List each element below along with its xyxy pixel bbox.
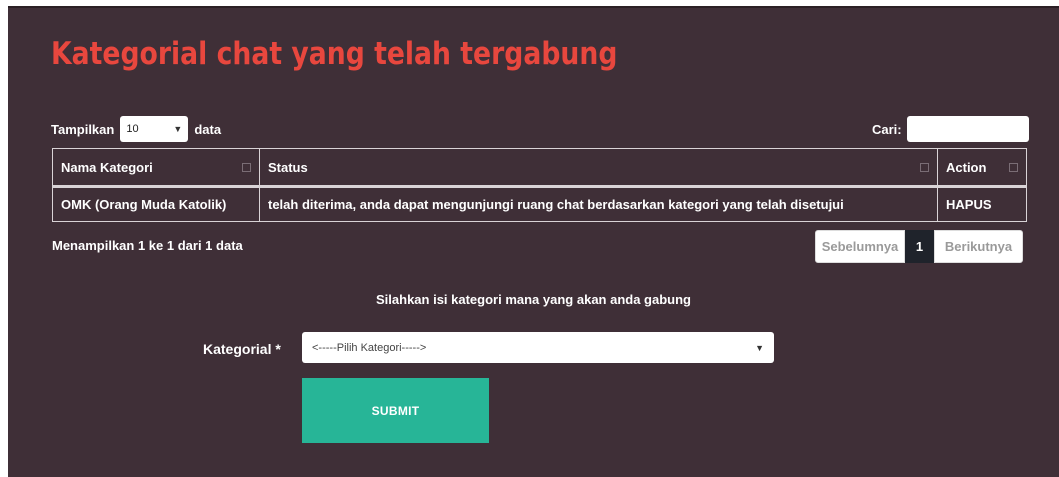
kategori-selected-value: <-----Pilih Kategori-----> — [312, 341, 427, 354]
page-1-button[interactable]: 1 — [905, 230, 934, 263]
sort-icon — [920, 162, 929, 172]
caret-down-icon: ▼ — [173, 124, 183, 134]
next-page-button[interactable]: Berikutnya — [934, 230, 1023, 263]
length-suffix-label: data — [194, 121, 222, 137]
table-row: OMK (Orang Muda Katolik) telah diterima,… — [52, 186, 1027, 222]
length-prefix-label: Tampilkan — [51, 121, 115, 137]
page-title: Kategorial chat yang telah tergabung — [51, 36, 618, 72]
table-info: Menampilkan 1 ke 1 dari 1 data — [52, 238, 243, 253]
main-panel: Kategorial chat yang telah tergabung Tam… — [8, 6, 1059, 477]
column-header-label: Nama Kategori — [61, 159, 153, 175]
form-instruction: Silahkan isi kategori mana yang akan and… — [376, 292, 691, 307]
panel-top-border — [8, 6, 1059, 8]
previous-page-button[interactable]: Sebelumnya — [815, 230, 905, 263]
column-header-label: Status — [268, 159, 308, 175]
sort-icon — [1009, 162, 1018, 172]
entries-length-control: Tampilkan 10 ▼ data — [51, 116, 221, 142]
search-input[interactable] — [906, 116, 1029, 142]
submit-button[interactable]: SUBMIT — [302, 378, 489, 443]
caret-down-icon: ▼ — [755, 342, 764, 353]
column-header-nama-kategori[interactable]: Nama Kategori — [52, 148, 260, 188]
pagination: Sebelumnya 1 Berikutnya — [815, 230, 1023, 263]
cell-status: telah diterima, anda dapat mengunjungi r… — [259, 186, 938, 222]
hapus-button[interactable]: HAPUS — [937, 186, 1027, 222]
table-header-row: Nama Kategori Status Action — [52, 148, 1027, 188]
kategori-select[interactable]: <-----Pilih Kategori-----> ▼ — [302, 332, 774, 363]
cell-nama-kategori: OMK (Orang Muda Katolik) — [52, 186, 260, 222]
entries-length-select[interactable]: 10 ▼ — [120, 116, 189, 142]
column-header-action[interactable]: Action — [937, 148, 1027, 188]
search-label: Cari: — [872, 121, 902, 137]
kategori-label: Kategorial * — [203, 341, 281, 357]
column-header-label: Action — [946, 159, 987, 175]
categories-table: Nama Kategori Status Action OMK (Orang M… — [52, 148, 1027, 222]
entries-length-value: 10 — [126, 123, 139, 135]
column-header-status[interactable]: Status — [259, 148, 938, 188]
table-search: Cari: — [872, 116, 1029, 142]
sort-icon — [242, 162, 251, 172]
